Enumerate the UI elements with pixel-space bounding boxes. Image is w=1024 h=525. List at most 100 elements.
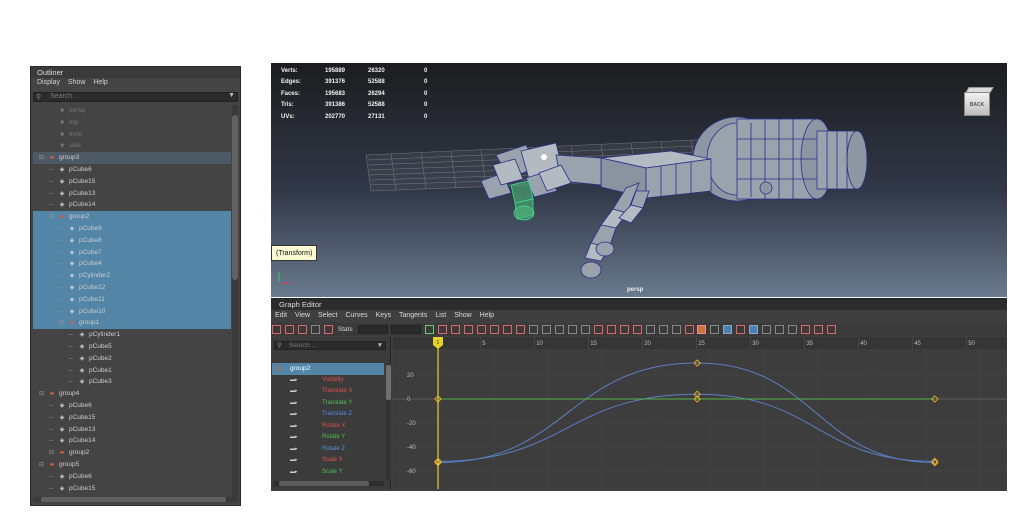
- attribute-row[interactable]: ▬▸ Translate X: [272, 386, 384, 398]
- outliner-item-row[interactable]: ─ ◈ pCube8: [33, 234, 231, 247]
- view-cube[interactable]: BACK: [960, 85, 994, 119]
- outliner-item-row[interactable]: ■ persp: [33, 105, 231, 117]
- attribute-row[interactable]: ▬▸ Visibility: [272, 375, 384, 387]
- outliner-item-row[interactable]: ─ ◈ pCylinder1: [33, 329, 231, 341]
- outliner-scroll-thumb[interactable]: [232, 115, 238, 280]
- menu-list[interactable]: List: [435, 312, 446, 319]
- load-selected-icon[interactable]: [710, 325, 720, 334]
- menu-tangents[interactable]: Tangents: [399, 312, 427, 319]
- frame-playback-icon[interactable]: [464, 325, 474, 334]
- menu-help[interactable]: Help: [93, 79, 107, 86]
- menu-curves[interactable]: Curves: [345, 312, 367, 319]
- menu-view[interactable]: View: [295, 312, 310, 319]
- menu-select[interactable]: Select: [318, 312, 337, 319]
- region-tool-icon[interactable]: [310, 325, 320, 334]
- auto-load-icon[interactable]: [697, 325, 707, 334]
- frame-selection-icon[interactable]: [451, 325, 461, 334]
- time-ruler-canvas[interactable]: 5 10 15 20 25 30 35 40 45 50 1: [393, 337, 1007, 349]
- pre-infinity-icon[interactable]: [775, 325, 785, 334]
- outliner-item-row[interactable]: ■ side: [33, 140, 231, 152]
- outliner-item-row[interactable]: ─ ◈ pCube6: [33, 400, 231, 412]
- menu-display[interactable]: Display: [37, 79, 60, 86]
- outliner-item-row[interactable]: ─ ◈ pCube1: [33, 365, 231, 377]
- outliner-item-row[interactable]: ─ ◈ pCube15: [33, 412, 231, 424]
- outliner-item-row[interactable]: ─ ◈ pCube14: [33, 435, 231, 447]
- lattice-tool-icon[interactable]: [297, 325, 307, 334]
- outliner-group-row[interactable]: ⊟ ▰ group3: [33, 152, 231, 164]
- graph-node-row[interactable]: ⊟ group2: [272, 363, 384, 375]
- outliner-group-row[interactable]: ⊟ ▰ group2: [33, 447, 231, 459]
- menu-keys[interactable]: Keys: [376, 312, 392, 319]
- outliner-group-row[interactable]: ⊟ ▰ group1: [33, 317, 231, 330]
- key-stats-icon[interactable]: [425, 325, 435, 334]
- attribute-row[interactable]: ▬▸ Scale X: [272, 455, 384, 467]
- time-ruler[interactable]: 5 10 15 20 25 30 35 40 45 50 1: [393, 337, 1007, 349]
- plateau-tangent-icon[interactable]: [554, 325, 564, 334]
- default-out-tangent-icon[interactable]: [580, 325, 590, 334]
- outliner-group-row[interactable]: ⊟ ▰ group5: [33, 459, 231, 471]
- outliner-group-row[interactable]: ⊟ ▰ group4: [33, 388, 231, 400]
- curve-graph[interactable]: 20 0 -20 -40 -60: [393, 349, 1007, 489]
- outliner-item-row[interactable]: ■ top: [33, 117, 231, 129]
- value-snap-icon[interactable]: [736, 325, 746, 334]
- scene-canvas[interactable]: [271, 63, 1007, 297]
- attribute-list-scroll-thumb[interactable]: [386, 365, 391, 400]
- buffer-snapshot-icon[interactable]: [606, 325, 616, 334]
- outliner-item-row[interactable]: ─ ◈ pCube6: [33, 471, 231, 483]
- weighted-tangents-icon[interactable]: [671, 325, 681, 334]
- non-weighted-tangents-icon[interactable]: [684, 325, 694, 334]
- chevron-down-icon[interactable]: ▼: [228, 92, 235, 99]
- filter-icon[interactable]: ⚲: [277, 342, 282, 350]
- normalize-icon[interactable]: [749, 325, 759, 334]
- time-snap-icon[interactable]: [723, 325, 733, 334]
- linear-tangent-icon[interactable]: [516, 325, 526, 334]
- view-cube-face[interactable]: BACK: [964, 92, 990, 116]
- spline-tangent-icon[interactable]: [490, 325, 500, 334]
- menu-show[interactable]: Show: [68, 79, 86, 86]
- clamped-tangent-icon[interactable]: [503, 325, 513, 334]
- open-dope-sheet-icon[interactable]: [801, 325, 811, 334]
- post-infinity-icon[interactable]: [788, 325, 798, 334]
- open-trax-editor-icon[interactable]: [814, 325, 824, 334]
- outliner-item-row[interactable]: ─ ◈ pCube10: [33, 305, 231, 318]
- insert-key-tool-icon[interactable]: [284, 325, 294, 334]
- outliner-item-row[interactable]: ─ ◈ pCube13: [33, 424, 231, 436]
- flat-tangent-icon[interactable]: [529, 325, 539, 334]
- menu-help[interactable]: Help: [480, 312, 494, 319]
- outliner-item-row[interactable]: ■ front: [33, 129, 231, 141]
- attribute-row[interactable]: ▬▸ Rotate X: [272, 421, 384, 433]
- stats-value-field[interactable]: [391, 325, 422, 334]
- menu-show[interactable]: Show: [454, 312, 472, 319]
- outliner-item-row[interactable]: ─ ◈ pCube12: [33, 281, 231, 294]
- attribute-row[interactable]: ▬▸ Rotate Z: [272, 444, 384, 456]
- outliner-item-row[interactable]: ─ ◈ pCube14: [33, 199, 231, 211]
- attribute-row[interactable]: ▬▸ Scale Y: [272, 467, 384, 479]
- outliner-item-row[interactable]: ─ ◈ pCube2: [33, 353, 231, 365]
- outliner-item-row[interactable]: ─ ◈ pCube9: [33, 222, 231, 235]
- attribute-list-hscroll-thumb[interactable]: [279, 481, 369, 486]
- filter-icon[interactable]: ⚲: [36, 93, 46, 101]
- outliner-hscroll-thumb[interactable]: [41, 497, 226, 502]
- outliner-item-row[interactable]: ─ ◈ pCube13: [33, 188, 231, 200]
- outliner-search-input[interactable]: ⚲ Search... ▼: [33, 92, 238, 102]
- viewport-3d[interactable]: Verts: 195889 26320 0 Edges: 391376 52588 0 Face…: [271, 63, 1007, 297]
- step-tangent-icon[interactable]: [542, 325, 552, 334]
- default-in-tangent-icon[interactable]: [567, 325, 577, 334]
- break-tangents-icon[interactable]: [619, 325, 629, 334]
- open-time-editor-icon[interactable]: [826, 325, 836, 334]
- denormalize-icon[interactable]: [762, 325, 772, 334]
- outliner-item-row[interactable]: ─ ◈ pCube4: [33, 258, 231, 271]
- attribute-row[interactable]: ▬▸ Translate Y: [272, 398, 384, 410]
- move-key-tool-icon[interactable]: [272, 325, 281, 334]
- outliner-item-row[interactable]: ─ ◈ pCube15: [33, 176, 231, 188]
- outliner-item-row[interactable]: ─ ◈ pCube11: [33, 293, 231, 306]
- buffer-swap-icon[interactable]: [593, 325, 603, 334]
- graph-search-input[interactable]: ⚲ Search... ▼: [274, 341, 386, 350]
- auto-tangent-icon[interactable]: [477, 325, 487, 334]
- lock-tangent-weight-icon[interactable]: [658, 325, 668, 334]
- menu-edit[interactable]: Edit: [275, 312, 287, 319]
- chevron-down-icon[interactable]: ▼: [377, 342, 383, 350]
- retime-tool-icon[interactable]: [323, 325, 333, 334]
- outliner-item-row[interactable]: ─ ◈ pCylinder2: [33, 270, 231, 282]
- outliner-group-row[interactable]: ⊟ ▰ group2: [33, 211, 231, 223]
